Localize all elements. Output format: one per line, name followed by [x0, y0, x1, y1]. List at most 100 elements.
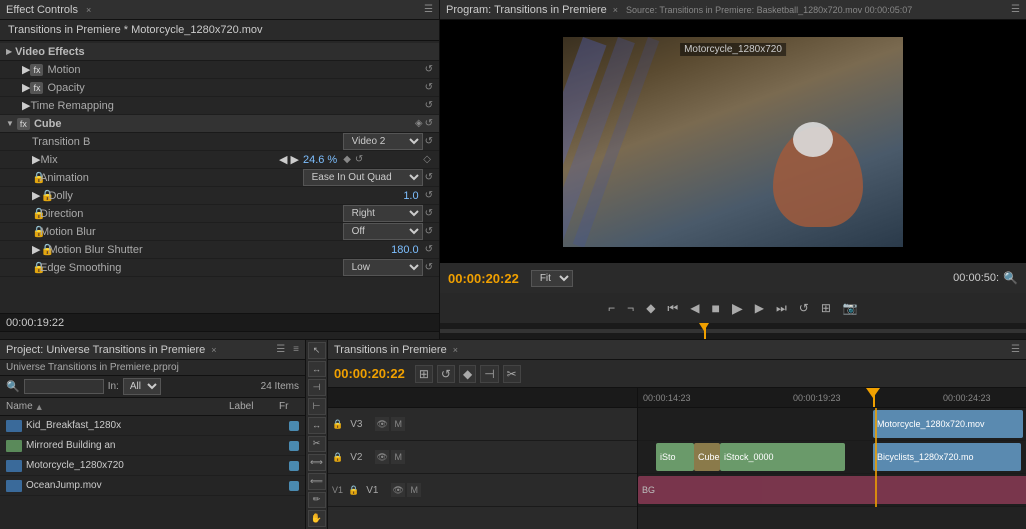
project-list-view[interactable]: ≡	[293, 344, 299, 355]
v1-lock[interactable]: 🔒	[348, 485, 359, 496]
v3-mute[interactable]: M	[391, 417, 405, 431]
mix-keyframe[interactable]: ◆	[343, 154, 351, 165]
motion-row[interactable]: ▶ fx Motion ↺	[0, 61, 439, 79]
mark-out-btn[interactable]: ¬	[623, 299, 638, 317]
project-menu[interactable]: ☰	[276, 344, 285, 355]
edge-smoothing-dropdown[interactable]: Low	[343, 259, 423, 276]
timeline-timecode[interactable]: 00:00:20:22	[334, 366, 405, 381]
track-select-tool[interactable]: ↔	[308, 361, 326, 378]
v3-eye[interactable]: 👁	[375, 417, 389, 431]
sort-arrow[interactable]: ▲	[35, 402, 44, 412]
clip-istock2-label: iStock_0000	[724, 452, 774, 462]
clip-bicyclists[interactable]: Bicyclists_1280x720.mo	[873, 443, 1021, 471]
rolling-tool[interactable]: ⊢	[308, 398, 326, 415]
effect-controls-scrollbar[interactable]	[0, 331, 439, 339]
fast-fwd-btn[interactable]: ⏭	[772, 299, 791, 318]
project-search-input[interactable]	[24, 379, 104, 394]
rate-stretch-tool[interactable]: ↔	[308, 417, 326, 434]
opacity-reset[interactable]: ↺	[425, 82, 433, 93]
timeline-ruler[interactable]: 00:00:14:23 00:00:19:23 00:00:24:23 00:0…	[638, 388, 1026, 408]
program-monitor-menu[interactable]: ☰	[1011, 4, 1020, 15]
list-item[interactable]: Mirrored Building an	[0, 436, 305, 456]
step-fwd-btn[interactable]: ▶	[751, 299, 768, 317]
play-btn[interactable]: ▶	[728, 298, 747, 319]
dolly-value[interactable]: 1.0	[403, 190, 418, 202]
tl-btn-3[interactable]: ◆	[459, 365, 476, 383]
program-monitor-close[interactable]: ×	[613, 5, 618, 15]
v1-mute[interactable]: M	[407, 483, 421, 497]
clip-cube[interactable]: Cube	[694, 443, 720, 471]
project-close[interactable]: ×	[211, 345, 216, 355]
timeline-menu[interactable]: ☰	[1011, 344, 1020, 355]
v2-mute[interactable]: M	[391, 450, 405, 464]
zoom-icon[interactable]: 🔍	[1003, 271, 1018, 285]
video-effects-section[interactable]: ▶ Video Effects	[0, 43, 439, 61]
effect-controls-close[interactable]: ×	[86, 5, 91, 15]
step-back-btn[interactable]: ◀	[686, 299, 703, 317]
motion-blur-dropdown[interactable]: Off	[343, 223, 423, 240]
mark-in-btn[interactable]: ⌐	[604, 299, 619, 317]
opacity-row[interactable]: ▶ fx Opacity ↺	[0, 79, 439, 97]
list-item[interactable]: OceanJump.mov	[0, 476, 305, 496]
ripple-tool[interactable]: ⊣	[308, 379, 326, 396]
edge-smoothing-reset[interactable]: ↺	[425, 262, 433, 273]
loop-btn[interactable]: ↺	[795, 299, 813, 317]
rewind-btn[interactable]: ⏮	[663, 299, 682, 318]
clip-istock2[interactable]: iStock_0000	[720, 443, 845, 471]
export-frame-btn[interactable]: 📷	[839, 299, 862, 317]
selection-tool[interactable]: ↖	[308, 342, 326, 359]
add-marker-btn[interactable]: ◆	[642, 299, 659, 317]
transition-b-reset[interactable]: ↺	[425, 136, 433, 147]
stop-btn[interactable]: ■	[707, 298, 723, 318]
list-item[interactable]: Motorcycle_1280x720	[0, 456, 305, 476]
mbs-reset[interactable]: ↺	[425, 244, 433, 255]
animation-reset[interactable]: ↺	[425, 172, 433, 183]
list-item[interactable]: Kid_Breakfast_1280x	[0, 416, 305, 436]
track-row-v1[interactable]: BG	[638, 474, 1026, 507]
transition-b-dropdown[interactable]: Video 2	[343, 133, 423, 150]
pen-tool[interactable]: ✏	[308, 492, 326, 509]
opacity-arrow: ▶	[22, 81, 30, 94]
safe-margins-btn[interactable]: ⊞	[817, 299, 835, 317]
direction-reset[interactable]: ↺	[425, 208, 433, 219]
timeline-close[interactable]: ×	[453, 345, 458, 355]
clip-motorcycle[interactable]: Motorcycle_1280x720.mov	[873, 410, 1023, 438]
tl-btn-4[interactable]: ⊣	[480, 365, 498, 383]
timeline-main: 🔒 V3 👁 M 🔒 V2 👁 M	[328, 388, 1026, 529]
track-row-v3[interactable]: Motorcycle_1280x720.mov	[638, 408, 1026, 441]
effect-controls-menu[interactable]: ☰	[424, 4, 433, 15]
monitor-timecode[interactable]: 00:00:20:22	[448, 271, 519, 286]
razor-tool[interactable]: ✂	[308, 436, 326, 453]
clip-bg[interactable]: BG	[638, 476, 1026, 504]
v2-lock[interactable]: 🔒	[332, 452, 343, 463]
mix-value[interactable]: 24.6 %	[303, 154, 337, 166]
slide-tool[interactable]: ⟸	[308, 473, 326, 490]
slip-tool[interactable]: ⟺	[308, 454, 326, 471]
mix-nav[interactable]: ◀ ▶	[279, 153, 299, 166]
v3-lock[interactable]: 🔒	[332, 419, 343, 430]
mix-reset[interactable]: ↺	[355, 154, 363, 165]
in-dropdown[interactable]: All	[123, 378, 161, 395]
cube-keyframe-toggle[interactable]: ◈	[415, 118, 423, 129]
mix-keyframe2[interactable]: ◇	[423, 154, 431, 165]
v2-eye[interactable]: 👁	[375, 450, 389, 464]
fit-dropdown[interactable]: Fit	[531, 270, 573, 287]
clip-istock-left[interactable]: iSto	[656, 443, 694, 471]
tl-btn-2[interactable]: ↺	[437, 365, 455, 383]
hand-tool[interactable]: ✋	[308, 510, 326, 527]
direction-dropdown[interactable]: Right	[343, 205, 423, 222]
v1-eye[interactable]: 👁	[391, 483, 405, 497]
dolly-reset[interactable]: ↺	[425, 190, 433, 201]
motion-blur-shutter-value[interactable]: 180.0	[391, 244, 419, 256]
time-remapping-row[interactable]: ▶ Time Remapping ↺	[0, 97, 439, 115]
time-remapping-reset[interactable]: ↺	[425, 100, 433, 111]
cube-reset[interactable]: ↺	[425, 118, 433, 129]
playhead-bar[interactable]	[440, 323, 1026, 339]
cube-section[interactable]: ▼ fx Cube ◈ ↺	[0, 115, 439, 133]
tl-btn-1[interactable]: ⊞	[415, 365, 433, 383]
tl-btn-5[interactable]: ✂	[503, 365, 521, 383]
track-row-v2[interactable]: iSto Cube iStock_0000 Bicyclists_1280x72…	[638, 441, 1026, 474]
motion-reset[interactable]: ↺	[425, 64, 433, 75]
motion-blur-reset[interactable]: ↺	[425, 226, 433, 237]
animation-dropdown[interactable]: Ease In Out Quad	[303, 169, 423, 186]
